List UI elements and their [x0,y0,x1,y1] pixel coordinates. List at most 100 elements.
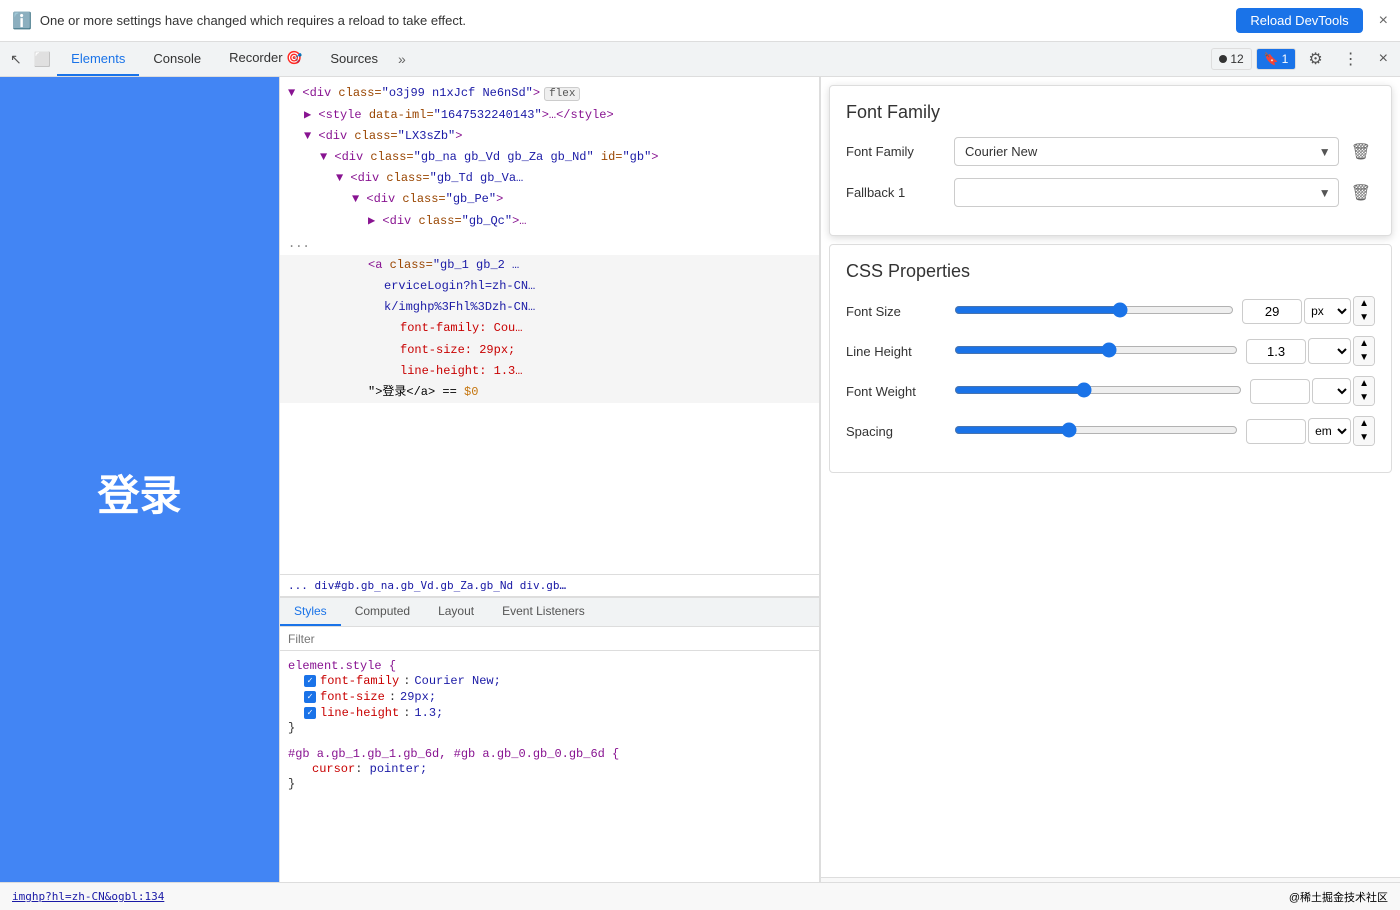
line-height-slider-wrap [954,342,1238,361]
tab-recorder[interactable]: Recorder 🎯 [215,42,316,76]
dom-line[interactable]: ▼ <div class="gb_Td gb_Va… [280,168,819,189]
notification-close-icon[interactable]: × [1379,12,1388,30]
dom-line-anchor[interactable]: <a class="gb_1 gb_2 … [280,255,819,276]
status-bar: imghp?hl=zh-CN&ogbl:134 @稀土掘金技术社区 [0,882,1400,910]
filter-bar [280,627,819,651]
font-family-row: Font Family Courier New ▼ 🗑 [846,137,1375,166]
checkbox-font-family[interactable]: ✓ [304,675,316,687]
font-size-stepper: ▲ ▼ [1353,296,1375,326]
style-prop-font-family[interactable]: ✓ font-family: Courier New; [288,673,811,689]
font-size-input[interactable] [1242,299,1302,324]
spacing-input[interactable] [1246,419,1306,444]
rule-selector-2: #gb a.gb_1.gb_1.gb_6d, #gb a.gb_0.gb_0.g… [288,747,811,761]
device-icon[interactable]: ⬜ [28,43,57,76]
link-url[interactable]: imghp?hl=zh-CN&ogbl:134 [12,890,164,903]
more-options-icon[interactable]: ⋮ [1335,43,1367,75]
fallback1-select-wrap: ▼ [954,178,1339,207]
dom-line[interactable]: ▶ <div class="gb_Qc">… [280,211,819,232]
font-size-increment-button[interactable]: ▲ [1354,297,1374,311]
inspect-icon[interactable]: ↖ [4,43,28,76]
dom-line-href[interactable]: erviceLogin?hl=zh-CN… [280,276,819,297]
dom-line-prop1[interactable]: font-family: Cou… [280,318,819,339]
delete-font-family-button[interactable]: 🗑 [1347,140,1375,164]
line-height-decrement-button[interactable]: ▼ [1354,351,1374,365]
dot-icon [1219,55,1227,63]
right-panel: Font Family Font Family Courier New ▼ 🗑 … [820,77,1400,907]
console-messages-badge[interactable]: 12 [1211,48,1251,70]
tab-sources[interactable]: Sources [316,43,392,76]
styles-tab-bar: Styles Computed Layout Event Listeners [280,598,819,627]
tab-styles[interactable]: Styles [280,598,341,626]
line-height-row: Line Height pxem ▲ ▼ [846,336,1375,366]
font-weight-slider-wrap [954,382,1242,401]
tab-computed[interactable]: Computed [341,598,424,626]
dom-line[interactable]: ▼ <div class="gb_na gb_Vd gb_Za gb_Nd" i… [280,147,819,168]
css-props-title: CSS Properties [846,261,1375,282]
font-size-slider[interactable] [954,302,1234,318]
spacing-row: Spacing empx ▲ ▼ [846,416,1375,446]
tab-layout[interactable]: Layout [424,598,488,626]
rule-close: } [288,721,811,735]
styles-content: element.style { ✓ font-family: Courier N… [280,651,819,907]
dom-line[interactable]: ▼ <div class="LX3sZb"> [280,126,819,147]
font-family-select[interactable]: Courier New [954,137,1339,166]
font-weight-label: Font Weight [846,384,946,399]
fallback1-row: Fallback 1 ▼ 🗑 [846,178,1375,207]
line-height-label: Line Height [846,344,946,359]
delete-fallback1-button[interactable]: 🗑 [1347,181,1375,205]
fallback1-label: Fallback 1 [846,185,946,200]
line-height-input[interactable] [1246,339,1306,364]
font-weight-input[interactable] [1250,379,1310,404]
dom-line-href2[interactable]: k/imghp%3Fhl%3Dzh-CN… [280,297,819,318]
line-height-slider[interactable] [954,342,1238,358]
style-prop-font-size[interactable]: ✓ font-size: 29px; [288,689,811,705]
spacing-slider-wrap [954,422,1238,441]
fallback1-select[interactable] [954,178,1339,207]
spacing-slider[interactable] [954,422,1238,438]
spacing-decrement-button[interactable]: ▼ [1354,431,1374,445]
line-height-unit-select[interactable]: pxem [1308,338,1351,364]
spacing-input-wrap: empx ▲ ▼ [1246,416,1375,446]
style-rule-element: element.style { ✓ font-family: Courier N… [280,657,819,737]
dom-line-prop2[interactable]: font-size: 29px; [280,340,819,361]
more-tabs-icon[interactable]: » [392,43,412,75]
dom-line-closing[interactable]: ">登录</a> == $0 [280,382,819,403]
font-size-decrement-button[interactable]: ▼ [1354,311,1374,325]
font-weight-increment-button[interactable]: ▲ [1354,377,1374,391]
reload-devtools-button[interactable]: Reload DevTools [1236,8,1362,33]
checkbox-font-size[interactable]: ✓ [304,691,316,703]
font-weight-slider[interactable] [954,382,1242,398]
font-size-slider-wrap [954,302,1234,321]
spacing-stepper: ▲ ▼ [1353,416,1375,446]
spacing-unit-select[interactable]: empx [1308,418,1351,444]
style-prop-line-height[interactable]: ✓ line-height: 1.3; [288,705,811,721]
spacing-increment-button[interactable]: ▲ [1354,417,1374,431]
error-icon: 🔖 [1264,52,1279,66]
font-weight-unit-select[interactable]: px [1312,378,1351,404]
breadcrumb[interactable]: ... div#gb.gb_na.gb_Vd.gb_Za.gb_Nd div.g… [280,574,819,597]
console-errors-badge[interactable]: 🔖 1 [1256,48,1297,70]
close-devtools-button[interactable]: × [1371,44,1396,74]
checkbox-line-height[interactable]: ✓ [304,707,316,719]
font-weight-row: Font Weight px ▲ ▼ [846,376,1375,406]
settings-gear-icon[interactable]: ⚙ [1300,43,1330,75]
dom-line[interactable]: ▼ <div class="gb_Pe"> [280,189,819,210]
font-weight-stepper: ▲ ▼ [1353,376,1375,406]
webpage-preview: 登录 [0,77,280,907]
dom-line[interactable]: ▶ <style data-iml="1647532240143">…</sty… [280,105,819,126]
font-family-select-wrap: Courier New ▼ [954,137,1339,166]
dom-tree[interactable]: ▼ <div class="o3j99 n1xJcf Ne6nSd">flex … [280,77,819,574]
tab-elements[interactable]: Elements [57,43,139,76]
font-weight-decrement-button[interactable]: ▼ [1354,391,1374,405]
info-icon: ℹ️ [12,11,32,31]
dom-line-prop3[interactable]: line-height: 1.3… [280,361,819,382]
font-size-unit-select[interactable]: pxemrem [1304,298,1351,324]
filter-input[interactable] [288,632,811,646]
tab-console[interactable]: Console [139,43,215,76]
dom-line[interactable]: ▼ <div class="o3j99 n1xJcf Ne6nSd">flex [280,83,819,105]
tab-event-listeners[interactable]: Event Listeners [488,598,599,626]
font-size-label: Font Size [846,304,946,319]
dom-ellipsis: ... [280,232,819,255]
font-family-label: Font Family [846,144,946,159]
line-height-increment-button[interactable]: ▲ [1354,337,1374,351]
